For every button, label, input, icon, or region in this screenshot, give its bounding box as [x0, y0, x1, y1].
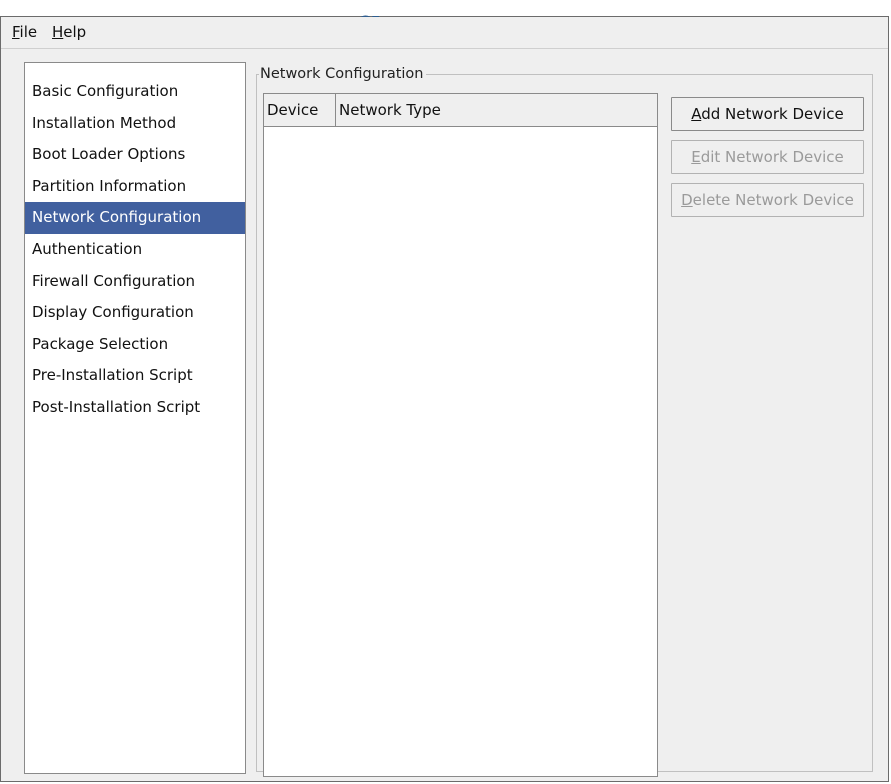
edit-network-device-button[interactable]: Edit Network Device [671, 140, 864, 174]
sidebar-item-network-configuration[interactable]: Network Configuration [25, 202, 245, 234]
sidebar-item-post-installation-script[interactable]: Post-Installation Script [25, 392, 245, 424]
column-header-device[interactable]: Device [264, 94, 336, 126]
sidebar-item-partition-information[interactable]: Partition Information [25, 171, 245, 203]
column-header-network-type[interactable]: Network Type [336, 94, 657, 126]
network-device-list[interactable]: Device Network Type [263, 93, 658, 777]
add-network-device-button[interactable]: Add Network Device [671, 97, 864, 131]
sidebar-item-basic-configuration[interactable]: Basic Configuration [25, 76, 245, 108]
menu-bar: File Help [1, 17, 888, 49]
section-list[interactable]: Basic Configuration Installation Method … [24, 62, 246, 774]
sidebar-item-firewall-configuration[interactable]: Firewall Configuration [25, 266, 245, 298]
sidebar-item-pre-installation-script[interactable]: Pre-Installation Script [25, 360, 245, 392]
menu-help[interactable]: Help [52, 23, 86, 41]
sidebar-item-authentication[interactable]: Authentication [25, 234, 245, 266]
delete-network-device-button[interactable]: Delete Network Device [671, 183, 864, 217]
list-header: Device Network Type [264, 94, 657, 127]
menu-file[interactable]: File [12, 23, 37, 41]
sidebar-item-installation-method[interactable]: Installation Method [25, 108, 245, 140]
sidebar-item-boot-loader-options[interactable]: Boot Loader Options [25, 139, 245, 171]
kickstart-window: g File Help Basic Configuration Installa… [0, 5, 889, 782]
network-configuration-group-title: Network Configuration [259, 65, 426, 83]
sidebar-item-display-configuration[interactable]: Display Configuration [25, 297, 245, 329]
sidebar-item-package-selection[interactable]: Package Selection [25, 329, 245, 361]
